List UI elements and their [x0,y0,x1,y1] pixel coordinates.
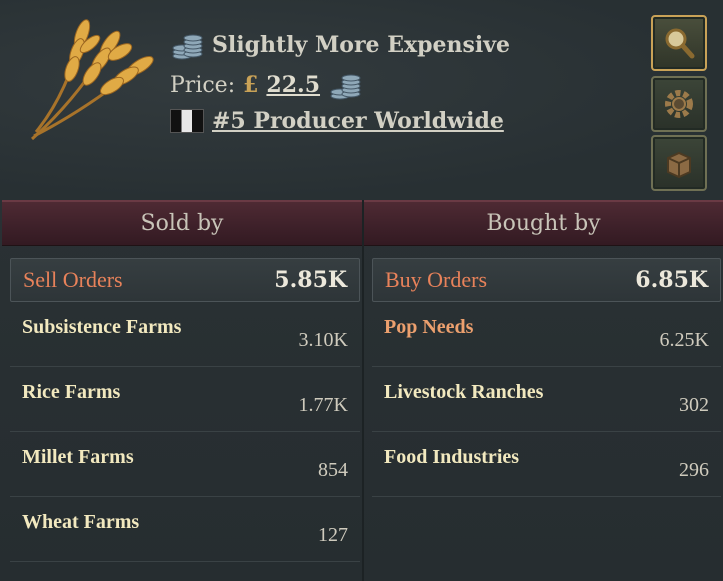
bought-by-column: Bought by Buy Orders 6.85K Pop Needs 6.2… [364,200,723,581]
sold-by-header: Sold by [2,200,362,246]
list-item[interactable]: Subsistence Farms 3.10K [10,302,360,367]
goods-panel: Slightly More Expensive Price: £ 22.5 #5… [0,0,723,581]
sell-orders-label: Sell Orders [23,267,123,292]
buy-orders-row[interactable]: Buy Orders 6.85K [372,258,721,302]
crate-icon [667,151,691,179]
buy-orders-total: 6.85K [635,267,708,293]
buyer-value: 6.25K [659,328,709,351]
trade-goods-button[interactable] [651,135,707,191]
seller-name: Rice Farms [22,380,121,403]
seller-name: Wheat Farms [22,510,140,533]
coins-icon [172,34,203,60]
price-trend-text: Slightly More Expensive [212,32,510,58]
seller-value: 3.10K [298,328,348,351]
sell-orders-total: 5.85K [274,267,347,293]
seller-value: 1.77K [298,393,348,416]
seller-name: Subsistence Farms [22,315,182,338]
sold-by-column: Sold by Sell Orders 5.85K Subsistence Fa… [2,200,362,581]
list-item[interactable]: Rice Farms 1.77K [10,367,360,432]
sell-orders-row[interactable]: Sell Orders 5.85K [10,258,360,302]
wheat-icon [31,19,154,141]
buyer-value: 302 [679,393,709,416]
country-flag-icon [170,109,204,133]
buyer-name: Pop Needs [384,315,474,338]
list-item[interactable]: Wheat Farms 127 [10,497,360,562]
gear-icon [665,90,693,118]
price-line: Price: £ 22.5 [170,68,362,102]
list-item[interactable]: Pop Needs 6.25K [372,302,721,367]
market-inspect-button[interactable] [651,15,707,71]
seller-value: 127 [318,523,348,546]
goods-header: Slightly More Expensive Price: £ 22.5 #5… [0,0,723,200]
producer-rank-line: #5 Producer Worldwide [170,108,504,134]
list-item[interactable]: Millet Farms 854 [10,432,360,497]
price-trend-line: Slightly More Expensive [170,28,510,62]
coins-icon [330,74,361,100]
price-label: Price: [170,72,236,98]
production-methods-button[interactable] [651,76,707,132]
list-item[interactable]: Livestock Ranches 302 [372,367,721,432]
producer-rank-link[interactable]: #5 Producer Worldwide [212,108,504,134]
list-item[interactable]: Food Industries 296 [372,432,721,497]
bought-by-header: Bought by [364,200,723,246]
currency-symbol: £ [243,72,259,98]
seller-value: 854 [318,458,348,481]
seller-name: Millet Farms [22,445,134,468]
buyer-value: 296 [679,458,709,481]
magnifier-icon [665,28,695,59]
buyer-name: Livestock Ranches [384,380,544,403]
buy-orders-label: Buy Orders [385,267,488,292]
buyer-name: Food Industries [384,445,520,468]
price-value[interactable]: 22.5 [266,72,320,98]
